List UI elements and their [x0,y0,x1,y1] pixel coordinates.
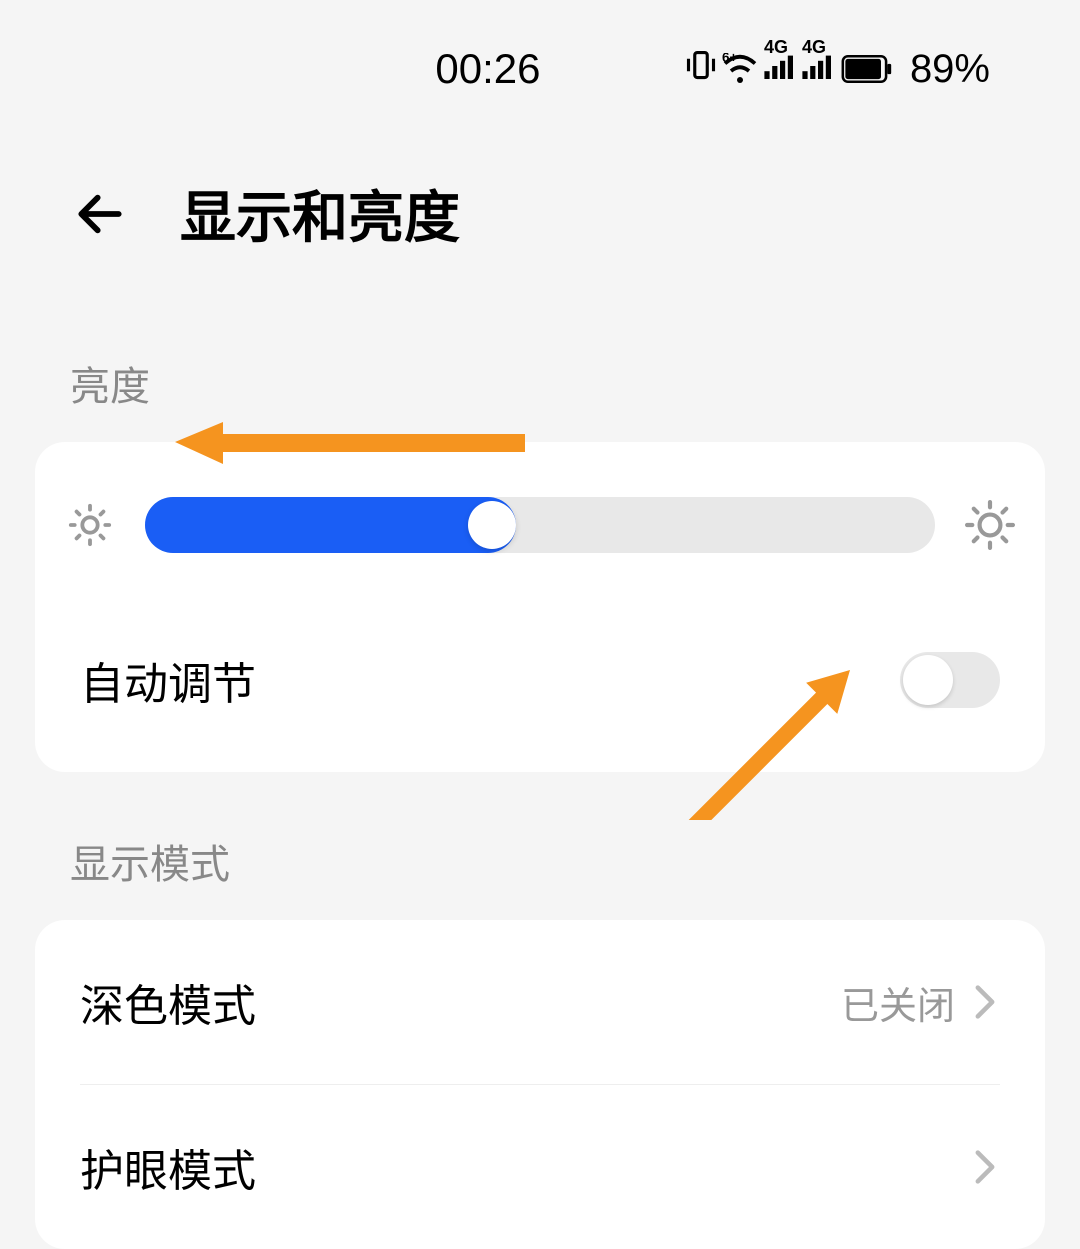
auto-adjust-label: 自动调节 [80,648,256,712]
display-mode-section-label: 显示模式 [0,772,1080,920]
sun-bright-icon [965,500,1015,550]
page-title: 显示和亮度 [180,173,460,254]
signal-2-icon: 4G [802,53,834,85]
signal-1-icon: 4G [764,53,796,85]
eye-comfort-label: 护眼模式 [80,1135,256,1199]
dark-mode-value: 已关闭 [841,975,955,1030]
brightness-slider-row [35,442,1045,598]
back-button[interactable] [70,184,130,244]
sun-dim-icon [65,500,115,550]
vibrate-icon [686,45,716,93]
auto-adjust-toggle[interactable] [900,652,1000,708]
status-icons: 6+ 4G 4G [686,45,894,93]
display-mode-card: 深色模式 已关闭 护眼模式 [35,920,1045,1249]
brightness-slider-fill [145,497,516,553]
brightness-slider-thumb[interactable] [468,501,516,549]
status-bar: 00:26 6+ 4G 4G 89% [0,0,1080,113]
header: 显示和亮度 [0,113,1080,294]
auto-adjust-row[interactable]: 自动调节 [35,598,1045,772]
battery-percent: 89% [910,47,990,92]
chevron-right-icon [970,1152,1000,1182]
dark-mode-row[interactable]: 深色模式 已关闭 [35,920,1045,1084]
svg-text:6+: 6+ [722,53,738,65]
status-time: 00:26 [90,45,686,93]
brightness-slider[interactable] [145,497,935,553]
brightness-card: 自动调节 [35,442,1045,772]
dark-mode-label: 深色模式 [80,970,256,1034]
toggle-thumb [903,655,953,705]
status-right: 6+ 4G 4G 89% [686,45,990,93]
eye-comfort-row[interactable]: 护眼模式 [35,1085,1045,1249]
wifi-icon: 6+ [722,45,758,93]
battery-icon [840,45,894,93]
chevron-right-icon [970,987,1000,1017]
brightness-section-label: 亮度 [0,294,1080,442]
